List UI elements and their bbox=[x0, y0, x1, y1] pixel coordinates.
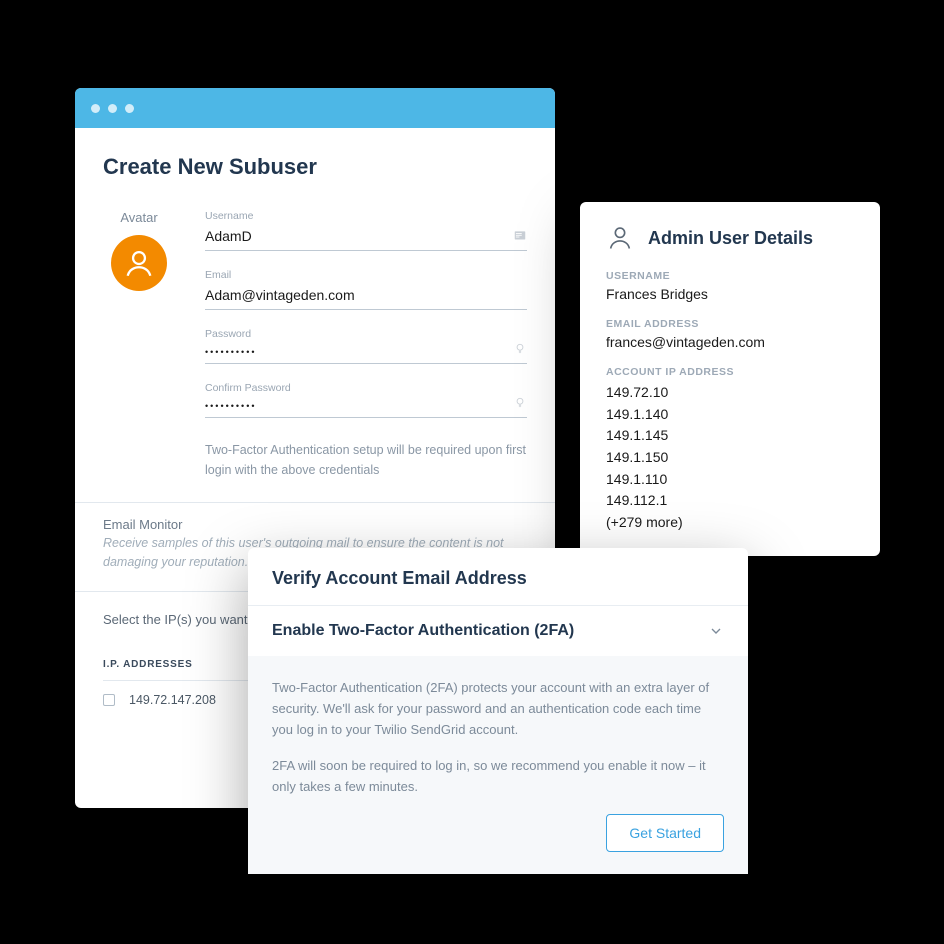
username-field[interactable] bbox=[205, 224, 527, 251]
ip-more-count[interactable]: (+279 more) bbox=[606, 512, 854, 534]
ip-entry: 149.1.110 bbox=[606, 469, 854, 491]
admin-username-label: USERNAME bbox=[606, 270, 854, 282]
ip-entry: 149.1.145 bbox=[606, 425, 854, 447]
email-label: Email bbox=[205, 269, 527, 281]
window-control-dot[interactable] bbox=[108, 104, 117, 113]
admin-user-details-card: Admin User Details USERNAME Frances Brid… bbox=[580, 202, 880, 556]
twofa-expand-row[interactable]: Enable Two-Factor Authentication (2FA) bbox=[248, 605, 748, 656]
chevron-down-icon bbox=[708, 623, 724, 639]
key-icon bbox=[513, 396, 527, 410]
window-control-dot[interactable] bbox=[125, 104, 134, 113]
get-started-button[interactable]: Get Started bbox=[606, 814, 724, 852]
window-titlebar bbox=[75, 88, 555, 128]
admin-card-title: Admin User Details bbox=[648, 228, 813, 249]
username-label: Username bbox=[205, 210, 527, 222]
confirm-password-label: Confirm Password bbox=[205, 382, 527, 394]
admin-ip-label: ACCOUNT IP ADDRESS bbox=[606, 366, 854, 378]
twofa-subtitle: Enable Two-Factor Authentication (2FA) bbox=[272, 622, 574, 640]
verify-2fa-card: Verify Account Email Address Enable Two-… bbox=[248, 548, 748, 874]
password-label: Password bbox=[205, 328, 527, 340]
person-icon bbox=[606, 224, 634, 252]
verify-title: Verify Account Email Address bbox=[272, 568, 724, 589]
person-icon bbox=[122, 246, 156, 280]
page-title: Create New Subuser bbox=[103, 154, 527, 180]
key-icon bbox=[513, 342, 527, 356]
ip-entry: 149.1.140 bbox=[606, 404, 854, 426]
admin-ip-list: 149.72.10 149.1.140 149.1.145 149.1.150 … bbox=[606, 382, 854, 534]
confirm-password-field[interactable] bbox=[205, 397, 527, 418]
twofa-description-2: 2FA will soon be required to log in, so … bbox=[272, 756, 724, 798]
admin-email-label: EMAIL ADDRESS bbox=[606, 318, 854, 330]
ip-addresses-header: I.P. ADDRESSES bbox=[103, 659, 227, 670]
avatar[interactable] bbox=[111, 235, 167, 291]
twofa-description-1: Two-Factor Authentication (2FA) protects… bbox=[272, 678, 724, 740]
email-monitor-title: Email Monitor bbox=[103, 517, 527, 532]
ip-entry: 149.72.10 bbox=[606, 382, 854, 404]
twofa-note: Two-Factor Authentication setup will be … bbox=[205, 436, 527, 480]
ip-entry: 149.112.1 bbox=[606, 490, 854, 512]
email-field[interactable] bbox=[205, 283, 527, 310]
ip-checkbox[interactable] bbox=[103, 694, 115, 706]
admin-username-value: Frances Bridges bbox=[606, 286, 854, 302]
form-fill-icon bbox=[513, 229, 527, 243]
avatar-label: Avatar bbox=[103, 210, 175, 225]
ip-address-value: 149.72.147.208 bbox=[129, 693, 239, 707]
password-field[interactable] bbox=[205, 343, 527, 364]
admin-email-value: frances@vintageden.com bbox=[606, 334, 854, 350]
ip-entry: 149.1.150 bbox=[606, 447, 854, 469]
window-control-dot[interactable] bbox=[91, 104, 100, 113]
